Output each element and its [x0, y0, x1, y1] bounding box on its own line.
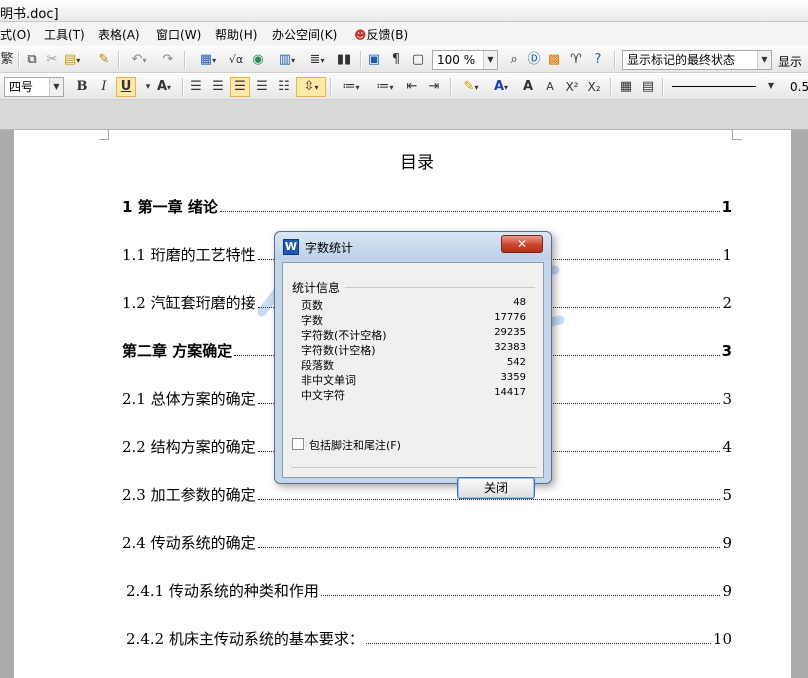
- close-icon[interactable]: ✕: [501, 235, 543, 253]
- page-corner-right: [732, 130, 742, 140]
- justify-icon[interactable]: ☰: [252, 77, 272, 97]
- bold-icon[interactable]: B: [72, 77, 92, 97]
- stat-words: 字数 17776: [301, 312, 526, 327]
- insert-table-icon[interactable]: ▦▾: [192, 50, 224, 70]
- menu-tools[interactable]: 工具(T): [44, 26, 85, 43]
- traditional-chinese-button[interactable]: 繁: [0, 50, 14, 70]
- stat-paragraphs: 段落数 542: [301, 357, 526, 372]
- subscript-icon[interactable]: X₂: [584, 77, 604, 97]
- menu-table[interactable]: 表格(A): [98, 26, 140, 43]
- font-size-select[interactable]: 四号 ▼: [4, 77, 64, 97]
- window-title: 明书.doc]: [0, 7, 59, 22]
- align-center-icon[interactable]: ☰: [208, 77, 228, 97]
- decrease-indent-icon[interactable]: ⇤: [402, 77, 422, 97]
- shirt-icon[interactable]: ♈: [566, 50, 586, 70]
- hyperlink-icon[interactable]: ◉: [248, 50, 268, 70]
- toc-line[interactable]: 2.4 传动系统的确定 9: [122, 532, 732, 554]
- toc-line[interactable]: 2.4.1 传动系统的种类和作用 9: [126, 580, 732, 602]
- toc-line[interactable]: 2.3 加工参数的确定 5: [122, 484, 732, 506]
- char-effect-icon[interactable]: A▾: [150, 77, 178, 97]
- chart-icon[interactable]: ▮▮: [334, 50, 354, 70]
- menu-window[interactable]: 窗口(W): [156, 26, 201, 43]
- wps-writer-window: 明书.doc] 式(O) 工具(T) 表格(A) 窗口(W) 帮助(H) 办公空…: [0, 0, 808, 678]
- toc-line[interactable]: 1 第一章 绪论 1: [122, 196, 732, 218]
- increase-indent-icon[interactable]: ⇥: [424, 77, 444, 97]
- zoom-select[interactable]: 100 % ▼: [432, 50, 498, 70]
- highlight-icon[interactable]: ✎▾: [456, 77, 486, 97]
- insert-table-small-icon[interactable]: ▦: [616, 77, 636, 97]
- formula-icon[interactable]: √α: [226, 50, 246, 70]
- paste-icon[interactable]: ▤▾: [62, 50, 96, 70]
- undo-icon[interactable]: ↶▾: [122, 50, 156, 70]
- line-width-value[interactable]: 0.5: [790, 80, 808, 94]
- menu-help[interactable]: 帮助(H): [215, 26, 257, 43]
- menu-bar: 式(O) 工具(T) 表格(A) 窗口(W) 帮助(H) 办公空间(K) ☻反馈…: [0, 22, 808, 46]
- stat-non-chinese-words: 非中文单词 3359: [301, 372, 526, 387]
- distributed-icon[interactable]: ☷: [274, 77, 294, 97]
- menu-format[interactable]: 式(O): [0, 26, 31, 43]
- word-count-dialog: W 字数统计 ✕ 统计信息 页数 48 字数 17776 字符数(不计空格) 2923…: [274, 231, 552, 499]
- align-left-icon[interactable]: ☰: [186, 77, 206, 97]
- align-right-icon[interactable]: ☰: [230, 77, 250, 97]
- show-hide-icon[interactable]: ¶: [386, 50, 406, 70]
- table-icon[interactable]: ▥▾: [270, 50, 304, 70]
- standard-toolbar: 繁 ⧉ ✂ ▤▾ ✎ ↶▾ ↷ ▦▾ √α ◉ ▥▾ ≣▾ ▮▮ ▣ ¶ ▢ 1…: [0, 46, 808, 73]
- stat-chars-with-spaces: 字符数(计空格) 32383: [301, 342, 526, 357]
- dialog-title: 字数统计: [305, 241, 354, 255]
- superscript-icon[interactable]: X²: [562, 77, 582, 97]
- wps-writer-icon: W: [283, 239, 299, 255]
- dialog-divider: [291, 467, 537, 468]
- stat-chinese-chars: 中文字符 14417: [301, 387, 526, 402]
- include-footnotes-checkbox[interactable]: [292, 438, 304, 450]
- columns-icon[interactable]: ≣▾: [304, 50, 330, 70]
- group-divider: [345, 287, 535, 288]
- word-count-icon[interactable]: Ⓓ: [524, 50, 544, 70]
- bullet-list-icon[interactable]: ≔▾: [370, 77, 400, 97]
- redo-icon[interactable]: ↷: [158, 50, 178, 70]
- formatting-toolbar: 四号 ▼ B I U ▾ A▾ ☰ ☰ ☰ ☰ ☷ ⇳▾ ≔▾ ≔▾ ⇤ ⇥ ✎▾…: [0, 73, 808, 100]
- toc-line[interactable]: 2.4.2 机床主传动系统的基本要求： 10: [126, 628, 732, 650]
- menu-office-space[interactable]: 办公空间(K): [272, 26, 337, 43]
- stat-chars-no-spaces: 字符数(不计空格) 29235: [301, 327, 526, 342]
- statistics-group-label: 统计信息: [292, 281, 341, 295]
- markup-mode-select[interactable]: 显示标记的最终状态 ▼: [622, 50, 772, 70]
- shrink-font-icon[interactable]: A: [540, 77, 560, 97]
- cut-icon[interactable]: ✂: [42, 50, 62, 70]
- underline-icon[interactable]: U: [116, 77, 136, 97]
- copy-icon[interactable]: ⧉: [22, 50, 42, 70]
- line-style-select[interactable]: ▼: [666, 77, 778, 97]
- draw-table-icon[interactable]: ▤: [638, 77, 658, 97]
- page-corner-left: [99, 130, 109, 140]
- close-button[interactable]: 关闭: [457, 477, 535, 499]
- font-color-icon[interactable]: A▾: [486, 77, 516, 97]
- dialog-body: 统计信息 页数 48 字数 17776 字符数(不计空格) 29235 字符数(计空格…: [282, 262, 544, 499]
- line-spacing-icon[interactable]: ⇳▾: [296, 77, 326, 97]
- stat-pages: 页数 48: [301, 297, 526, 312]
- template-icon[interactable]: ▩: [544, 50, 564, 70]
- italic-icon[interactable]: I: [94, 77, 114, 97]
- numbered-list-icon[interactable]: ≔▾: [336, 77, 366, 97]
- find-icon[interactable]: ⌕: [504, 50, 524, 70]
- print-preview-icon[interactable]: ▢: [408, 50, 428, 70]
- grow-font-icon[interactable]: A: [518, 77, 538, 97]
- format-painter-icon[interactable]: ✎: [94, 50, 114, 70]
- feedback-icon: ☻: [354, 28, 367, 42]
- include-footnotes-label[interactable]: 包括脚注和尾注(F): [309, 437, 401, 453]
- menu-feedback[interactable]: ☻反馈(B): [354, 26, 408, 43]
- show-menu-button[interactable]: 显示: [778, 53, 802, 70]
- ruler: [0, 100, 808, 130]
- document-map-icon[interactable]: ▣: [364, 50, 384, 70]
- help-icon[interactable]: ?: [588, 50, 608, 70]
- dialog-title-bar[interactable]: W 字数统计 ✕: [275, 232, 551, 260]
- title-bar: 明书.doc]: [0, 0, 808, 22]
- document-title: 目录: [400, 153, 434, 173]
